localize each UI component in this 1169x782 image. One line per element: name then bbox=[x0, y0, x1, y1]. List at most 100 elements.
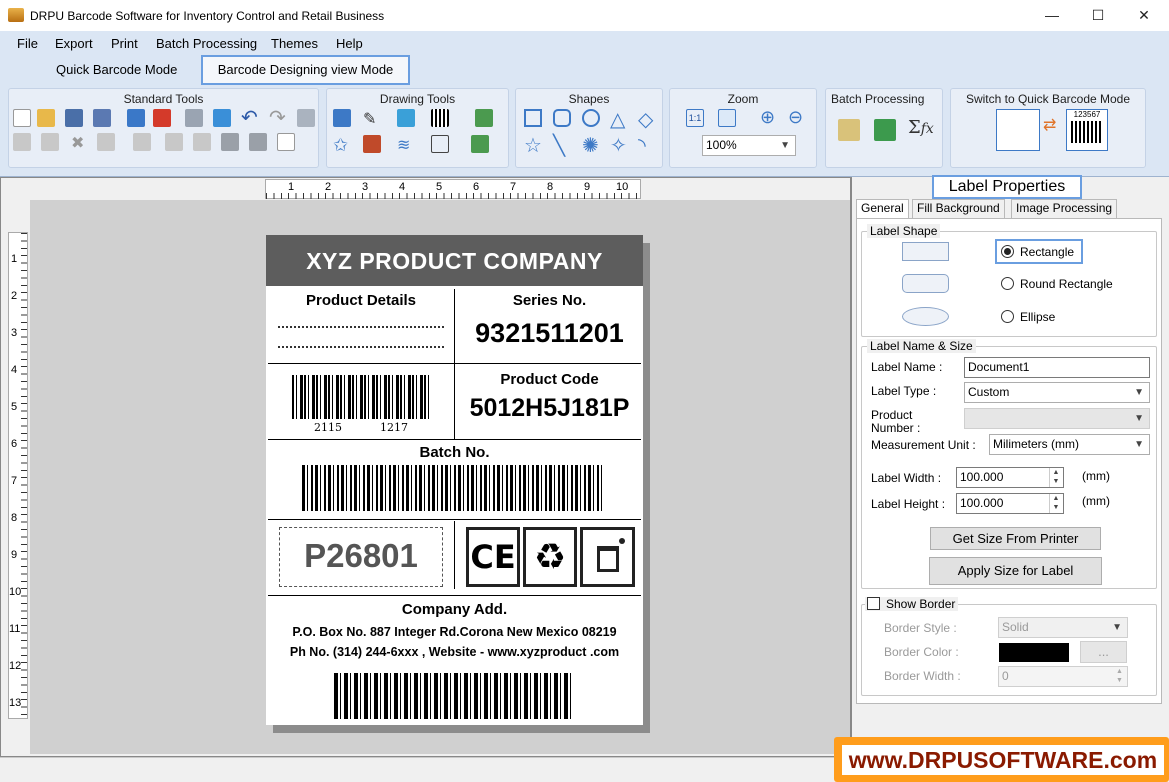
export-pdf-icon[interactable] bbox=[153, 109, 171, 127]
design-mode-icon[interactable] bbox=[996, 109, 1040, 151]
product-code-value[interactable]: 5012H5J181P bbox=[456, 394, 643, 423]
border-color-button[interactable]: ... bbox=[1080, 641, 1127, 663]
product-details-title[interactable]: Product Details bbox=[266, 292, 456, 309]
export-image-icon[interactable] bbox=[127, 109, 145, 127]
ellipse-shape-icon[interactable] bbox=[582, 109, 600, 127]
product-code-title[interactable]: Product Code bbox=[456, 371, 643, 388]
diamond-shape-icon[interactable]: ◇ bbox=[638, 107, 656, 131]
print-preview-icon[interactable] bbox=[221, 133, 239, 151]
get-size-from-printer-button[interactable]: Get Size From Printer bbox=[930, 527, 1101, 550]
line-shape-icon[interactable]: ╲ bbox=[553, 133, 571, 157]
star-icon[interactable]: ☆ bbox=[524, 133, 542, 157]
paste-icon[interactable] bbox=[41, 133, 59, 151]
contact-line[interactable]: Ph No. (314) 244-6xxx , Website - www.xy… bbox=[266, 645, 643, 659]
tab-fill-background[interactable]: Fill Background bbox=[912, 199, 1005, 218]
menu-export[interactable]: Export bbox=[55, 36, 93, 51]
spinner-icon[interactable]: ▲ ▼ bbox=[1049, 468, 1062, 487]
triangle-shape-icon[interactable]: △ bbox=[610, 107, 628, 131]
rectangle-radio[interactable] bbox=[1001, 245, 1014, 258]
spinner-icon[interactable]: ▲ ▼ bbox=[1049, 494, 1062, 513]
round-rectangle-shape-icon[interactable] bbox=[553, 109, 571, 127]
tab-image-processing[interactable]: Image Processing bbox=[1011, 199, 1118, 218]
border-color-swatch[interactable] bbox=[999, 643, 1069, 662]
print-setup-icon[interactable] bbox=[249, 133, 267, 151]
barcode-image[interactable] bbox=[292, 375, 430, 419]
barcode-icon[interactable] bbox=[431, 109, 449, 127]
pencil-icon[interactable]: ✎ bbox=[363, 109, 381, 128]
four-point-star-icon[interactable]: ✧ bbox=[610, 133, 628, 157]
menu-batch-processing[interactable]: Batch Processing bbox=[156, 36, 257, 51]
excel-import-icon[interactable] bbox=[874, 119, 896, 141]
company-address-title[interactable]: Company Add. bbox=[266, 601, 643, 618]
label-name-input[interactable]: Document1 bbox=[964, 357, 1150, 378]
minimize-button[interactable]: — bbox=[1029, 0, 1075, 31]
close-button[interactable]: ✕ bbox=[1121, 0, 1167, 31]
picture-icon[interactable] bbox=[397, 109, 415, 127]
tab-general[interactable]: General bbox=[856, 199, 909, 219]
redo-icon[interactable]: ↷ bbox=[269, 108, 287, 128]
rectangle-label[interactable]: Rectangle bbox=[1020, 245, 1074, 259]
new-icon[interactable] bbox=[13, 109, 31, 127]
formula-icon[interactable]: Σfx bbox=[908, 117, 938, 138]
spinner-icon[interactable]: ▲ ▼ bbox=[1113, 667, 1126, 686]
maximize-button[interactable]: ☐ bbox=[1075, 0, 1121, 31]
delete-icon[interactable] bbox=[297, 109, 315, 127]
wave-icon[interactable]: ≋ bbox=[397, 135, 415, 154]
tab-barcode-designing-mode[interactable]: Barcode Designing view Mode bbox=[201, 55, 410, 85]
unlock-icon[interactable] bbox=[193, 133, 211, 151]
copy-icon[interactable] bbox=[13, 133, 31, 151]
save-as-icon[interactable] bbox=[93, 109, 111, 127]
menu-print[interactable]: Print bbox=[111, 36, 138, 51]
zoom-out-icon[interactable]: ⊖ bbox=[788, 107, 806, 127]
label-header[interactable]: XYZ PRODUCT COMPANY bbox=[266, 235, 643, 286]
cut-icon[interactable]: ✖ bbox=[71, 133, 89, 152]
barcode-label[interactable]: XYZ PRODUCT COMPANY Product Details Seri… bbox=[266, 235, 643, 725]
zoom-select[interactable]: 100% ▼ bbox=[702, 135, 796, 156]
ce-mark-icon[interactable]: CE bbox=[466, 527, 520, 587]
product-number-select[interactable]: ▼ bbox=[964, 408, 1150, 429]
address-line[interactable]: P.O. Box No. 887 Integer Rd.Corona New M… bbox=[266, 625, 643, 639]
arc-shape-icon[interactable]: ◝ bbox=[638, 133, 656, 157]
ellipse-radio[interactable] bbox=[1001, 310, 1014, 323]
fit-to-window-icon[interactable] bbox=[718, 109, 736, 127]
label-type-select[interactable]: Custom ▼ bbox=[964, 382, 1150, 403]
border-width-input[interactable]: 0 ▲ ▼ bbox=[998, 666, 1128, 687]
duplicate-icon[interactable] bbox=[97, 133, 115, 151]
books-icon[interactable] bbox=[363, 135, 381, 153]
save-icon[interactable] bbox=[65, 109, 83, 127]
zoom-in-icon[interactable]: ⊕ bbox=[760, 107, 778, 127]
batch-title[interactable]: Batch No. bbox=[266, 444, 643, 461]
quick-mode-icon[interactable]: 123567 bbox=[1066, 109, 1108, 151]
round-rectangle-label[interactable]: Round Rectangle bbox=[1020, 277, 1113, 291]
lock-icon[interactable] bbox=[165, 133, 183, 151]
trash-bin-icon[interactable] bbox=[580, 527, 635, 587]
open-icon[interactable] bbox=[37, 109, 55, 127]
image-library-icon[interactable] bbox=[475, 109, 493, 127]
burst-shape-icon[interactable]: ✺ bbox=[582, 133, 600, 157]
series-value[interactable]: 9321511201 bbox=[456, 318, 643, 349]
series-title[interactable]: Series No. bbox=[456, 292, 643, 309]
star-shape-icon[interactable]: ✩ bbox=[333, 135, 351, 155]
grid-icon[interactable] bbox=[213, 109, 231, 127]
frame-icon[interactable] bbox=[431, 135, 449, 153]
2d-barcode-image[interactable] bbox=[334, 673, 574, 719]
undo-icon[interactable]: ↶ bbox=[241, 108, 259, 128]
menu-file[interactable]: File bbox=[17, 36, 38, 51]
show-border-label[interactable]: Show Border bbox=[886, 597, 955, 611]
print-icon[interactable] bbox=[185, 109, 203, 127]
actual-size-icon[interactable]: 1:1 bbox=[686, 109, 704, 127]
rectangle-shape-icon[interactable] bbox=[524, 109, 542, 127]
round-rectangle-radio[interactable] bbox=[1001, 277, 1014, 290]
menu-help[interactable]: Help bbox=[336, 36, 363, 51]
exit-icon[interactable] bbox=[277, 133, 295, 151]
recycle-icon[interactable]: ♻ bbox=[523, 527, 577, 587]
group-icon[interactable] bbox=[133, 133, 151, 151]
tab-quick-barcode-mode[interactable]: Quick Barcode Mode bbox=[56, 62, 177, 77]
watermark-icon[interactable] bbox=[471, 135, 489, 153]
measurement-unit-select[interactable]: Milimeters (mm) ▼ bbox=[989, 434, 1150, 455]
show-border-checkbox[interactable] bbox=[867, 597, 880, 610]
text-icon[interactable] bbox=[333, 109, 351, 127]
batch-edit-icon[interactable] bbox=[838, 119, 860, 141]
border-style-select[interactable]: Solid ▼ bbox=[998, 617, 1128, 638]
ellipse-label[interactable]: Ellipse bbox=[1020, 310, 1055, 324]
